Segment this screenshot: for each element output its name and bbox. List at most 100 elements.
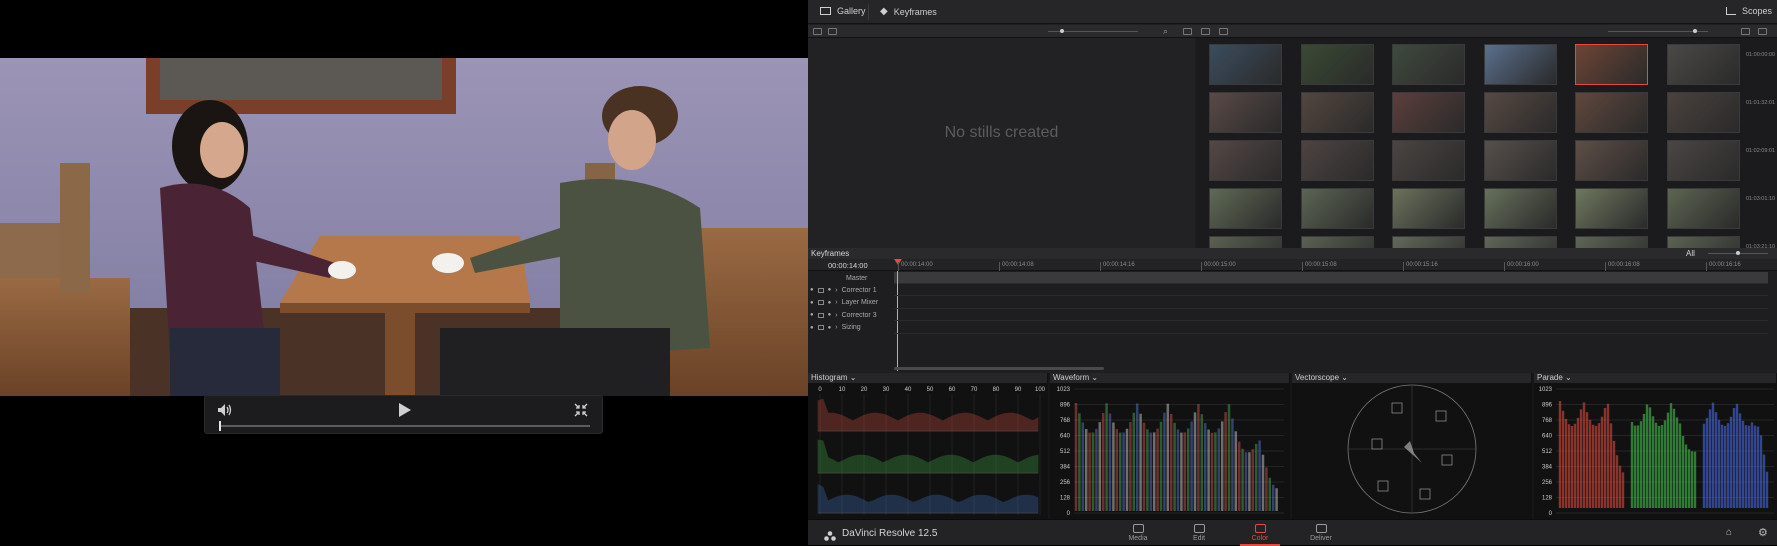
histogram-tick: 100 <box>1035 387 1046 393</box>
histogram-channel <box>817 483 1039 514</box>
keyframes-zoom-slider[interactable] <box>1708 251 1768 255</box>
clip-thumbnail[interactable] <box>1392 236 1465 248</box>
clip-thumbnail[interactable] <box>1483 236 1557 248</box>
clip-thumbnail[interactable] <box>1666 140 1740 181</box>
lock-icon[interactable] <box>817 312 824 318</box>
keyframe-dot-icon[interactable]: ● <box>828 325 832 331</box>
keyframe-dot-icon[interactable]: ● <box>810 300 814 306</box>
clip-thumbnail[interactable] <box>1209 92 1282 133</box>
zoom-slider-handle[interactable] <box>1060 29 1064 33</box>
clip-thumbnail[interactable] <box>1300 236 1374 248</box>
clip-options-icon[interactable] <box>1758 28 1767 35</box>
chevron-right-icon[interactable]: › <box>835 312 837 319</box>
track-label[interactable]: ● ● › Sizing <box>810 322 861 334</box>
chevron-right-icon[interactable]: › <box>835 287 837 294</box>
clip-thumbnail[interactable] <box>1575 188 1648 229</box>
keyframe-dot-icon[interactable]: ● <box>810 325 814 331</box>
volume-icon[interactable] <box>217 403 233 417</box>
clip-thumbnail[interactable] <box>1392 188 1465 229</box>
zoom-slider[interactable] <box>1048 29 1138 33</box>
keyframe-dot-icon[interactable]: ● <box>828 287 832 293</box>
clip-thumbnail[interactable] <box>1575 236 1648 248</box>
keyframes-toggle[interactable]: ◆ Keyframes <box>880 6 937 17</box>
play-icon[interactable] <box>398 402 412 418</box>
info-icon[interactable] <box>1219 28 1228 35</box>
clip-filter-icon[interactable] <box>1741 28 1750 35</box>
clip-thumbnail[interactable] <box>1300 140 1374 181</box>
keyframe-track[interactable] <box>894 284 1768 296</box>
clip-thumbnail[interactable] <box>1392 44 1465 85</box>
scrub-bar[interactable] <box>219 421 590 431</box>
clip-thumbnail[interactable] <box>1575 92 1648 133</box>
clip-thumbnail[interactable] <box>1483 140 1557 181</box>
home-icon[interactable]: ⌂ <box>1726 527 1732 538</box>
keyframes-filter[interactable]: All <box>1686 249 1695 258</box>
fit-icon[interactable] <box>1183 28 1192 35</box>
clip-thumbnail[interactable] <box>1209 188 1282 229</box>
clip-thumbnail[interactable] <box>1483 44 1557 85</box>
clip-thumbnail[interactable] <box>1209 44 1282 85</box>
vectorscope-header[interactable]: Vectorscope ⌄ <box>1292 373 1532 383</box>
album-icon[interactable] <box>813 28 822 35</box>
keyframes-ruler[interactable]: 00:00:14:00 00:00:14:00 00:00:14:08 00:00:… <box>808 259 1777 271</box>
clip-thumbnail[interactable] <box>1483 188 1557 229</box>
clip-thumbnail[interactable] <box>1483 92 1557 133</box>
lock-icon[interactable] <box>817 325 824 330</box>
ruler-tick-label: 00:00:15:00 <box>1201 262 1236 271</box>
histogram-title: Histogram <box>811 373 848 382</box>
stills-gallery[interactable]: No stills created <box>808 38 1195 248</box>
clip-thumbnail[interactable] <box>1209 140 1282 181</box>
clip-thumbnail[interactable] <box>1392 92 1465 133</box>
track-label[interactable]: ● ● › Corrector 1 <box>810 284 877 296</box>
scrub-handle[interactable] <box>219 421 221 431</box>
page-button-media[interactable]: Media <box>1118 524 1158 542</box>
clip-thumbnail[interactable] <box>1392 140 1465 181</box>
histogram-header[interactable]: Histogram ⌄ <box>808 373 1048 383</box>
thumb-zoom-handle[interactable] <box>1693 29 1697 33</box>
chevron-right-icon[interactable]: › <box>835 299 837 306</box>
clip-thumbnail[interactable] <box>1666 92 1740 133</box>
gallery-toggle[interactable]: Gallery <box>820 6 866 16</box>
track-label[interactable]: ● ● › Layer Mixer <box>810 297 878 309</box>
histogram-tick: 10 <box>839 387 846 393</box>
keyframe-dot-icon[interactable]: ● <box>828 312 832 318</box>
settings-gear-icon[interactable]: ⚙ <box>1758 526 1768 539</box>
clip-thumbnail[interactable] <box>1300 92 1374 133</box>
keyframe-track[interactable] <box>894 322 1768 334</box>
clip-thumbnail[interactable] <box>1575 140 1648 181</box>
clip-thumbnail[interactable] <box>1300 188 1374 229</box>
page-label: Color <box>1251 535 1269 542</box>
clip-thumbnail[interactable] <box>1666 236 1740 248</box>
keyframe-track[interactable] <box>894 297 1768 309</box>
thumb-zoom-slider[interactable] <box>1608 29 1708 33</box>
search-icon[interactable]: ⌕ <box>1163 26 1168 37</box>
scope-tick: 256 <box>1542 480 1553 486</box>
page-button-edit[interactable]: Edit <box>1179 524 1219 542</box>
keyframes-zoom-handle[interactable] <box>1736 251 1740 255</box>
edit-page-icon <box>1193 524 1205 533</box>
master-track[interactable] <box>894 272 1768 284</box>
parade-header[interactable]: Parade ⌄ <box>1534 373 1777 383</box>
keyframe-dot-icon[interactable]: ● <box>810 312 814 318</box>
import-icon[interactable] <box>828 28 837 35</box>
exit-fullscreen-icon[interactable] <box>574 403 588 417</box>
scopes-toggle[interactable]: Scopes <box>1726 6 1772 16</box>
clip-thumbnail[interactable] <box>1300 44 1374 85</box>
grid-view-icon[interactable] <box>1201 28 1210 35</box>
keyframe-track[interactable] <box>894 309 1768 321</box>
lock-icon[interactable] <box>817 300 824 305</box>
keyframe-dot-icon[interactable]: ● <box>828 300 832 306</box>
clip-thumbnail[interactable] <box>1666 44 1740 85</box>
lock-icon[interactable] <box>817 287 824 293</box>
page-button-deliver[interactable]: Deliver <box>1301 524 1341 542</box>
waveform-header[interactable]: Waveform ⌄ <box>1050 373 1290 383</box>
track-label[interactable]: ● ● › Corrector 3 <box>810 309 877 321</box>
clip-thumbnail[interactable] <box>1209 236 1282 248</box>
clip-thumbnail[interactable] <box>1575 44 1648 85</box>
page-button-color[interactable]: Color <box>1240 524 1280 546</box>
video-frame[interactable] <box>0 58 808 396</box>
keyframe-dot-icon[interactable]: ● <box>810 287 814 293</box>
clip-thumbnail[interactable] <box>1666 188 1740 229</box>
chevron-right-icon[interactable]: › <box>835 324 837 331</box>
tracks-scrollbar[interactable] <box>894 367 1104 370</box>
